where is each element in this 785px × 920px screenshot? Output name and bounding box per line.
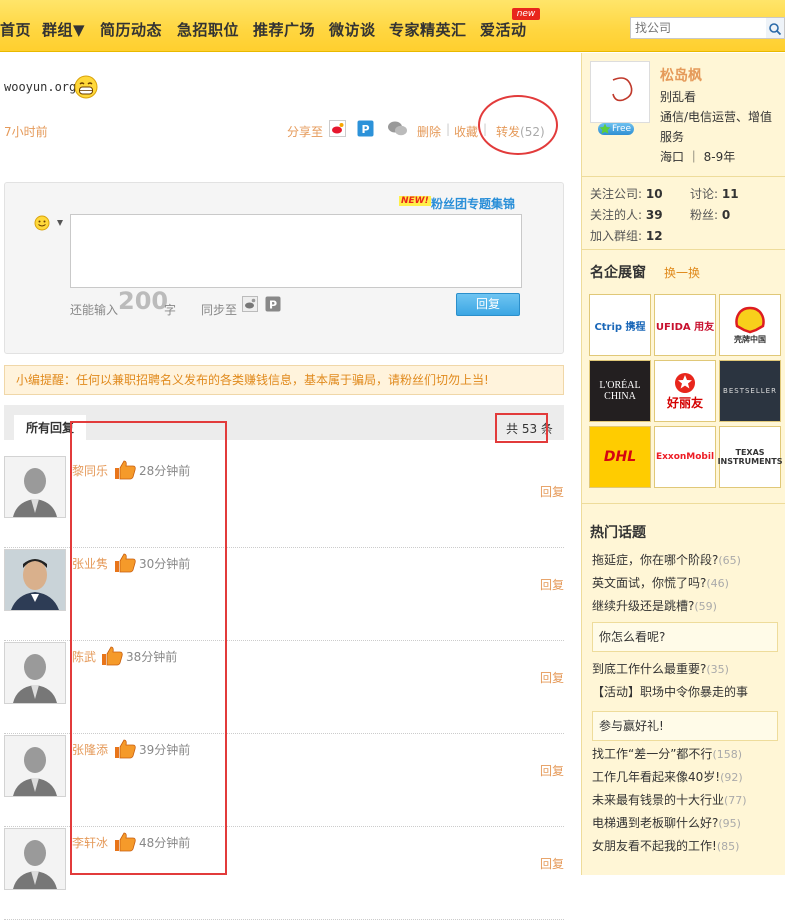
tencent-sync-icon[interactable]: P (265, 296, 281, 312)
char-unit: 字 (164, 303, 177, 317)
nav-resume-updates[interactable]: 简历动态 (100, 19, 162, 40)
star-icon (599, 123, 611, 134)
divider (582, 249, 785, 250)
default-avatar-icon (5, 643, 65, 703)
new-badge: new (512, 8, 540, 20)
svg-text:P: P (269, 299, 277, 312)
sidebar: Free 松岛枫 别乱看 通信/电信运营、增值 服务 海口 ｜ 8-9年 关注公… (581, 53, 785, 875)
nav-home[interactable]: 首页 (0, 19, 31, 40)
profile-location: 海口 ｜ 8-9年 (660, 150, 736, 164)
hot-topic-item[interactable]: 拖延症，你在哪个阶段?(65) (592, 551, 741, 568)
profile-avatar[interactable] (590, 61, 650, 123)
brand-orion[interactable]: 好丽友 (654, 360, 716, 422)
search-icon (769, 23, 782, 36)
brand-shell[interactable]: 壳牌中国 (719, 294, 781, 356)
orion-star-icon (675, 372, 695, 393)
hot-topic-item[interactable]: 女朋友看不起我的工作!(85) (592, 837, 739, 854)
hot-topics-title: 热门话题 (590, 525, 646, 541)
hot-topic-item[interactable]: 未来最有钱景的十大行业(77) (592, 791, 747, 808)
scribble-avatar-icon (612, 77, 633, 102)
topic-prompt-box[interactable]: 你怎么看呢? (592, 622, 778, 652)
hot-topic-item[interactable]: 【活动】职场中令你暴走的事 (592, 683, 748, 700)
shell-logo-icon (735, 306, 765, 333)
char-count: 200 (118, 287, 169, 315)
grin-emoji-icon (74, 75, 98, 99)
hot-topic-item[interactable]: 继续升级还是跳槽?(59) (592, 597, 717, 614)
brand-dhl[interactable]: DHL (589, 426, 651, 488)
brand-ufida[interactable]: UFIDA 用友 (654, 294, 716, 356)
reply-avatar[interactable] (4, 735, 66, 797)
wechat-share-icon[interactable] (387, 120, 409, 137)
reply-link[interactable]: 回复 (540, 669, 564, 686)
search-button[interactable] (766, 17, 785, 39)
hot-topic-item[interactable]: 电梯遇到老板聊什么好?(95) (592, 814, 741, 831)
brand-ctrip[interactable]: Ctrip 携程 (589, 294, 651, 356)
annotation-box-total (495, 413, 548, 443)
favorite-link[interactable]: 收藏 (454, 123, 478, 140)
company-search-input[interactable] (631, 18, 765, 38)
nav-experts[interactable]: 专家精英汇 (389, 19, 467, 40)
annotation-box-names (70, 421, 227, 875)
brand-ti[interactable]: TEXAS INSTRUMENTS (718, 426, 782, 488)
profile-industry: 通信/电信运营、增值 (660, 110, 773, 124)
notice-banner: 小编提醒：任何以兼职招聘名义发布的各类赚钱信息，基本属于骗局，请粉丝们切勿上当! (4, 365, 564, 395)
profile-name[interactable]: 松岛枫 (660, 65, 702, 85)
char-limit-label: 还能输入 (70, 303, 119, 317)
divider (582, 176, 785, 177)
reply-link[interactable]: 回复 (540, 483, 564, 500)
default-avatar-icon (5, 457, 65, 517)
hot-topic-item[interactable]: 找工作“差一分”都不行(158) (592, 745, 742, 762)
emoji-picker-icon[interactable] (34, 215, 64, 231)
hot-topic-item[interactable]: 工作几年看起来像40岁!(92) (592, 768, 743, 785)
new-tag: NEW! (399, 196, 431, 206)
stat-fans[interactable]: 粉丝: 0 (690, 206, 730, 223)
stat-discussions[interactable]: 讨论: 11 (690, 185, 739, 202)
reply-link[interactable]: 回复 (540, 576, 564, 593)
brands-title: 名企展窗 (590, 265, 646, 281)
tencent-share-icon[interactable]: P (357, 120, 374, 137)
default-avatar-icon (5, 736, 65, 796)
sync-label: 同步至 (201, 303, 238, 317)
weibo-sync-icon[interactable] (242, 296, 258, 312)
weibo-share-icon[interactable] (329, 120, 346, 137)
delete-link[interactable]: 删除 (417, 123, 441, 140)
separator: | (446, 122, 451, 136)
top-navigation-bar: 首页 群组▼ 简历动态 急招职位 推荐广场 微访谈 专家精英汇 爱活动 new (0, 0, 785, 52)
brands-switch-link[interactable]: 换一换 (664, 264, 700, 281)
post-time: 7小时前 (4, 125, 48, 139)
share-label: 分享至 (287, 125, 324, 139)
reply-avatar[interactable] (4, 642, 66, 704)
annotation-oval (478, 95, 558, 155)
reply-avatar[interactable] (4, 828, 66, 890)
company-search (630, 17, 768, 39)
nav-groups[interactable]: 群组▼ (42, 19, 85, 40)
hot-topic-item[interactable]: 英文面试，你慌了吗?(46) (592, 574, 729, 591)
submit-reply-button[interactable]: 回复 (456, 293, 520, 316)
profile-industry-cont: 服务 (660, 130, 685, 144)
stat-groups[interactable]: 加入群组: 12 (590, 227, 663, 244)
stat-following[interactable]: 关注的人: 39 (590, 206, 663, 223)
divider (582, 503, 785, 504)
nav-recommend-plaza[interactable]: 推荐广场 (253, 19, 315, 40)
hot-topic-item[interactable]: 到底工作什么最重要?(35) (592, 660, 729, 677)
reply-link[interactable]: 回复 (540, 762, 564, 779)
fans-topics-link[interactable]: 粉丝团专题集锦 (431, 195, 515, 212)
user-photo-icon (5, 550, 65, 610)
reply-link[interactable]: 回复 (540, 855, 564, 872)
reply-textarea[interactable] (70, 214, 522, 288)
brand-loreal[interactable]: L'ORÉAL CHINA (589, 360, 651, 422)
post-text: wooyun.org (4, 80, 77, 94)
brand-exxonmobil[interactable]: ExxonMobil (654, 426, 716, 488)
reply-avatar[interactable] (4, 456, 66, 518)
topic-prompt-box[interactable]: 参与赢好礼! (592, 711, 778, 741)
stat-companies[interactable]: 关注公司: 10 (590, 185, 663, 202)
nav-urgent-jobs[interactable]: 急招职位 (177, 19, 239, 40)
reply-avatar[interactable] (4, 549, 66, 611)
nav-micro-interview[interactable]: 微访谈 (329, 19, 376, 40)
profile-motto: 别乱看 (660, 90, 697, 104)
default-avatar-icon (5, 829, 65, 889)
nav-activities[interactable]: 爱活动 (480, 19, 527, 40)
brand-bestseller[interactable]: BESTSELLER (719, 360, 781, 422)
svg-text:P: P (361, 123, 369, 136)
